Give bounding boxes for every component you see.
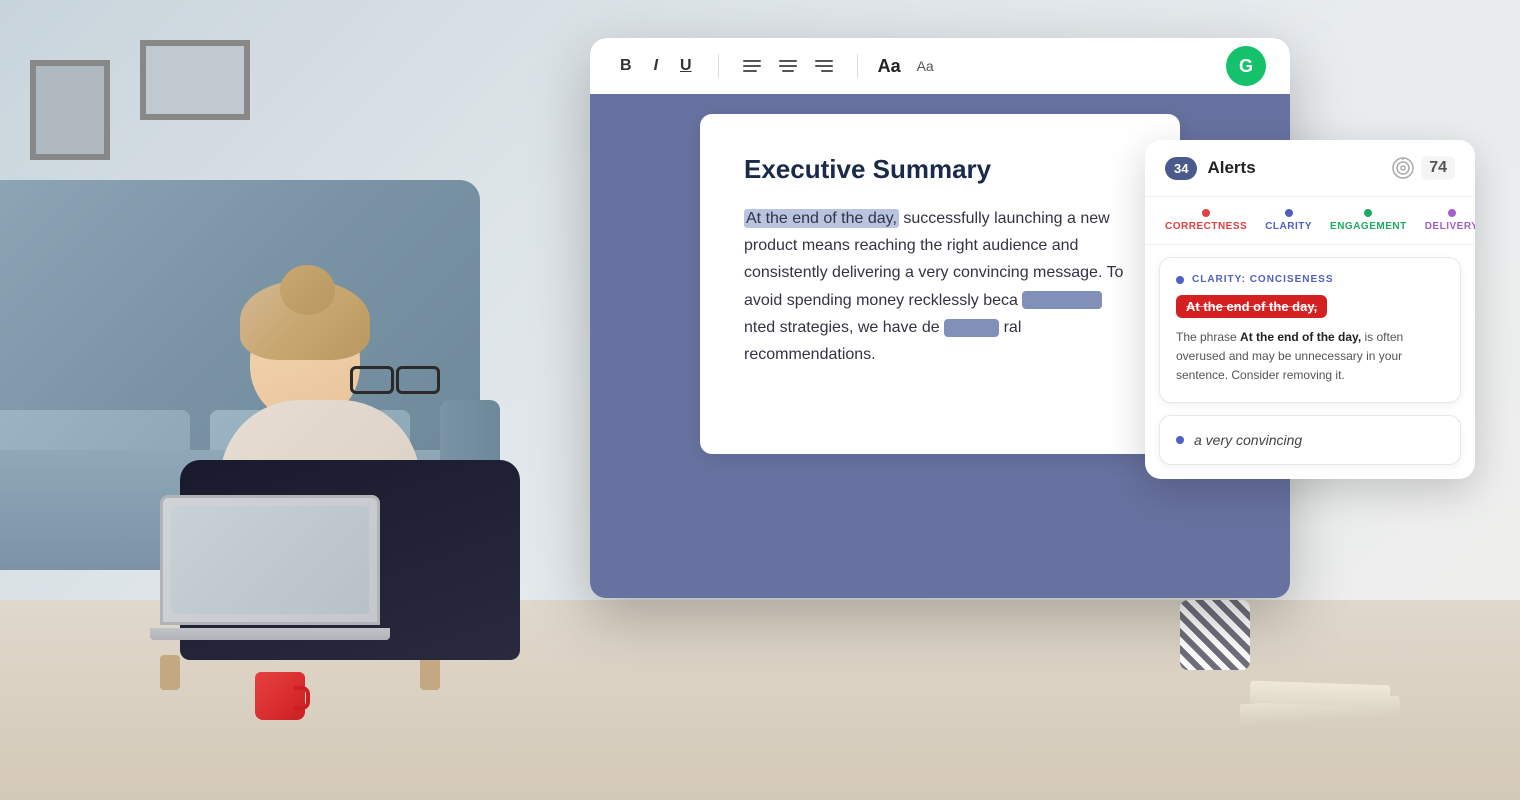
books-on-floor [1220, 660, 1420, 720]
glasses [345, 362, 445, 390]
alert-card-header: CLARITY: CONCISENESS [1176, 274, 1444, 285]
category-engagement[interactable]: ENGAGEMENT [1330, 209, 1407, 232]
font-size-small[interactable]: Aa [917, 58, 934, 74]
align-center-button[interactable] [775, 56, 801, 76]
clarity-alert-dot [1176, 276, 1184, 284]
toolbar-text-format-group: B I U [614, 54, 698, 78]
alerts-label: Alerts [1207, 158, 1381, 178]
document-text-part3: nted strategies, we have de [744, 319, 940, 336]
clarity-label: CLARITY [1265, 221, 1312, 232]
correctness-dot [1202, 209, 1210, 217]
toolbar-separator-2 [857, 54, 858, 78]
mug-handle [294, 686, 310, 710]
grammarly-sidebar-panel: 34 Alerts 74 CORRECTNESS CLARITY ENGAGEM… [1145, 140, 1475, 479]
category-correctness[interactable]: CORRECTNESS [1165, 209, 1247, 232]
align-right-button[interactable] [811, 56, 837, 76]
alert-card-clarity-conciseness[interactable]: CLARITY: CONCISENESS At the end of the d… [1159, 257, 1461, 403]
score-target-icon [1391, 156, 1415, 180]
laptop-screen [160, 495, 380, 625]
obscured-text-1 [1022, 291, 1102, 309]
alert-description: The phrase At the end of the day, is oft… [1176, 328, 1444, 386]
grammarly-logo-button[interactable]: G [1226, 46, 1266, 86]
wall-frame-1 [30, 60, 110, 160]
laptop-base [150, 628, 390, 640]
overall-score: 74 [1421, 156, 1455, 180]
coffee-mug [250, 660, 310, 720]
delivery-dot [1448, 209, 1456, 217]
clarity-dot [1285, 209, 1293, 217]
sidebar-categories: CORRECTNESS CLARITY ENGAGEMENT DELIVERY [1145, 197, 1475, 245]
engagement-label: ENGAGEMENT [1330, 221, 1407, 232]
engagement-dot [1364, 209, 1372, 217]
alert-card-convincing[interactable]: a very convincing [1159, 415, 1461, 465]
alerts-count-badge: 34 [1165, 157, 1197, 180]
delivery-label: DELIVERY [1425, 221, 1475, 232]
obscured-text-2 [944, 319, 999, 337]
wall-frame-2 [140, 40, 250, 120]
convincing-alert-dot [1176, 436, 1184, 444]
document-body: At the end of the day, successfully laun… [744, 205, 1136, 368]
font-size-large[interactable]: Aa [878, 56, 901, 77]
sidebar-header: 34 Alerts 74 [1145, 140, 1475, 197]
editor-toolbar: B I U Aa Aa G [590, 38, 1290, 94]
highlighted-cliche-phrase: At the end of the day, [744, 209, 899, 228]
correctness-label: CORRECTNESS [1165, 221, 1247, 232]
alert-convincing-text: a very convincing [1194, 432, 1302, 448]
alert-category-label: CLARITY: CONCISENESS [1192, 274, 1334, 285]
laptop [160, 495, 380, 640]
alert-desc-prefix: The phrase [1176, 330, 1240, 344]
alert-desc-bold: At the end of the day, [1240, 330, 1361, 344]
score-area: 74 [1391, 156, 1455, 180]
editor-document[interactable]: Executive Summary At the end of the day,… [700, 114, 1180, 454]
toolbar-align-group [739, 56, 837, 76]
underline-button[interactable]: U [674, 54, 698, 78]
hair-bun [280, 265, 335, 315]
category-clarity[interactable]: CLARITY [1265, 209, 1312, 232]
bold-button[interactable]: B [614, 54, 638, 78]
alert-flagged-phrase: At the end of the day, [1176, 295, 1327, 318]
person [100, 120, 660, 800]
category-delivery[interactable]: DELIVERY [1425, 209, 1475, 232]
document-title: Executive Summary [744, 154, 1136, 185]
toolbar-separator-1 [718, 54, 719, 78]
italic-button[interactable]: I [648, 54, 664, 78]
align-left-button[interactable] [739, 56, 765, 76]
